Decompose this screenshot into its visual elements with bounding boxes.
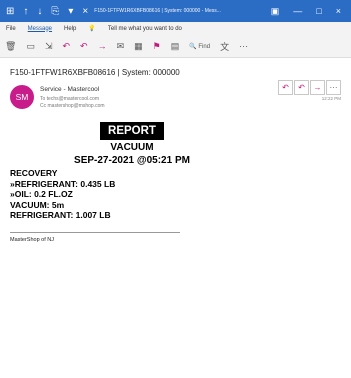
reply-all-icon[interactable]: ↶: [75, 41, 93, 52]
report-datetime: SEP-27-2021 @05:21 PM: [74, 155, 190, 166]
find-button[interactable]: 🔍 Find: [184, 43, 215, 50]
up-arrow-icon[interactable]: ↑: [23, 6, 28, 17]
rules-icon[interactable]: ▦: [129, 41, 148, 52]
signature-divider: [10, 232, 180, 233]
recovery-heading: RECOVERY: [10, 168, 58, 178]
delete-icon[interactable]: 🗑: [0, 41, 21, 52]
reply-all-button[interactable]: ↶: [294, 80, 309, 95]
copy-icon[interactable]: ⎘: [51, 6, 59, 17]
window-titlebar: ⊞ ↑ ↓ ⎘ ▾ × F150-1FTFW1R6XBFB08616 | Sys…: [0, 0, 351, 22]
lightbulb-icon: 💡: [88, 26, 96, 32]
tell-me-input[interactable]: Tell me what you want to do: [102, 26, 188, 32]
cc-recipient: Cc mastershop@mshop.com: [40, 103, 105, 109]
report-title: REPORT: [100, 122, 164, 140]
vacuum-time: VACUUM: 5m: [10, 199, 65, 210]
more-actions-button[interactable]: ···: [326, 80, 341, 95]
close-button[interactable]: ×: [336, 6, 341, 16]
reply-button[interactable]: ↶: [278, 80, 293, 95]
received-time: 12:22 PM: [321, 96, 341, 101]
categorize-icon[interactable]: ▤: [166, 41, 185, 52]
undo-icon[interactable]: ↶: [58, 41, 76, 52]
email-subject: F150-1FTFW1R6XBFB08616 | System: 000000: [10, 68, 180, 77]
minimize-button[interactable]: —: [293, 6, 302, 16]
ribbon-toolbar: 🗑 ▭ ⇲ ↶ ↶ → ✉ ▦ ⚑ ▤ 🔍 Find 文 ···: [0, 35, 351, 58]
window-buttons: ▣ — □ ×: [271, 6, 351, 17]
chevron-down-icon[interactable]: ▾: [68, 6, 73, 17]
forward-button[interactable]: →: [310, 80, 325, 95]
move-icon[interactable]: ⇲: [40, 41, 58, 52]
reading-pane: F150-1FTFW1R6XBFB08616 | System: 000000 …: [0, 58, 351, 378]
refrigerant-recovered: »REFRIGERANT: 0.435 LB: [10, 178, 116, 189]
report-body: RECOVERY »REFRIGERANT: 0.435 LB »OIL: 0.…: [10, 168, 115, 221]
quick-access-toolbar: ⊞ ↑ ↓ ⎘ ▾ ×: [0, 6, 88, 17]
report-subtitle: VACUUM: [110, 142, 154, 153]
more-button[interactable]: ···: [234, 41, 253, 51]
menu-message[interactable]: Message: [22, 26, 58, 32]
app-icon[interactable]: ⊞: [6, 6, 14, 17]
refrigerant-charged: REFRIGERANT: 1.007 LB: [10, 210, 111, 220]
mail-icon[interactable]: ✉: [112, 41, 130, 52]
to-recipient: To techs@mastercool.com: [40, 96, 99, 102]
oil-recovered: »OIL: 0.2 FL.OZ: [10, 189, 73, 199]
window-title: F150-1FTFW1R6XBFB08616 | System: 000000 …: [94, 8, 221, 14]
restore-icon[interactable]: ▣: [271, 6, 280, 17]
sender-name[interactable]: Service - Mastercool: [40, 86, 99, 93]
archive-icon[interactable]: ▭: [21, 41, 40, 52]
flag-icon[interactable]: ⚑: [148, 41, 166, 52]
message-actions: ↶ ↶ → ···: [278, 80, 341, 95]
find-label: Find: [198, 43, 211, 50]
menu-file[interactable]: File: [0, 26, 22, 32]
forward-icon[interactable]: →: [93, 41, 112, 51]
avatar: SM: [10, 85, 34, 109]
menu-bar: File Message Help 💡 Tell me what you wan…: [0, 22, 351, 35]
translate-icon[interactable]: 文: [215, 40, 234, 53]
menu-help[interactable]: Help: [58, 26, 82, 32]
maximize-button[interactable]: □: [316, 6, 321, 16]
signature: MasterShop of NJ: [10, 237, 55, 243]
down-arrow-icon[interactable]: ↓: [37, 6, 42, 17]
